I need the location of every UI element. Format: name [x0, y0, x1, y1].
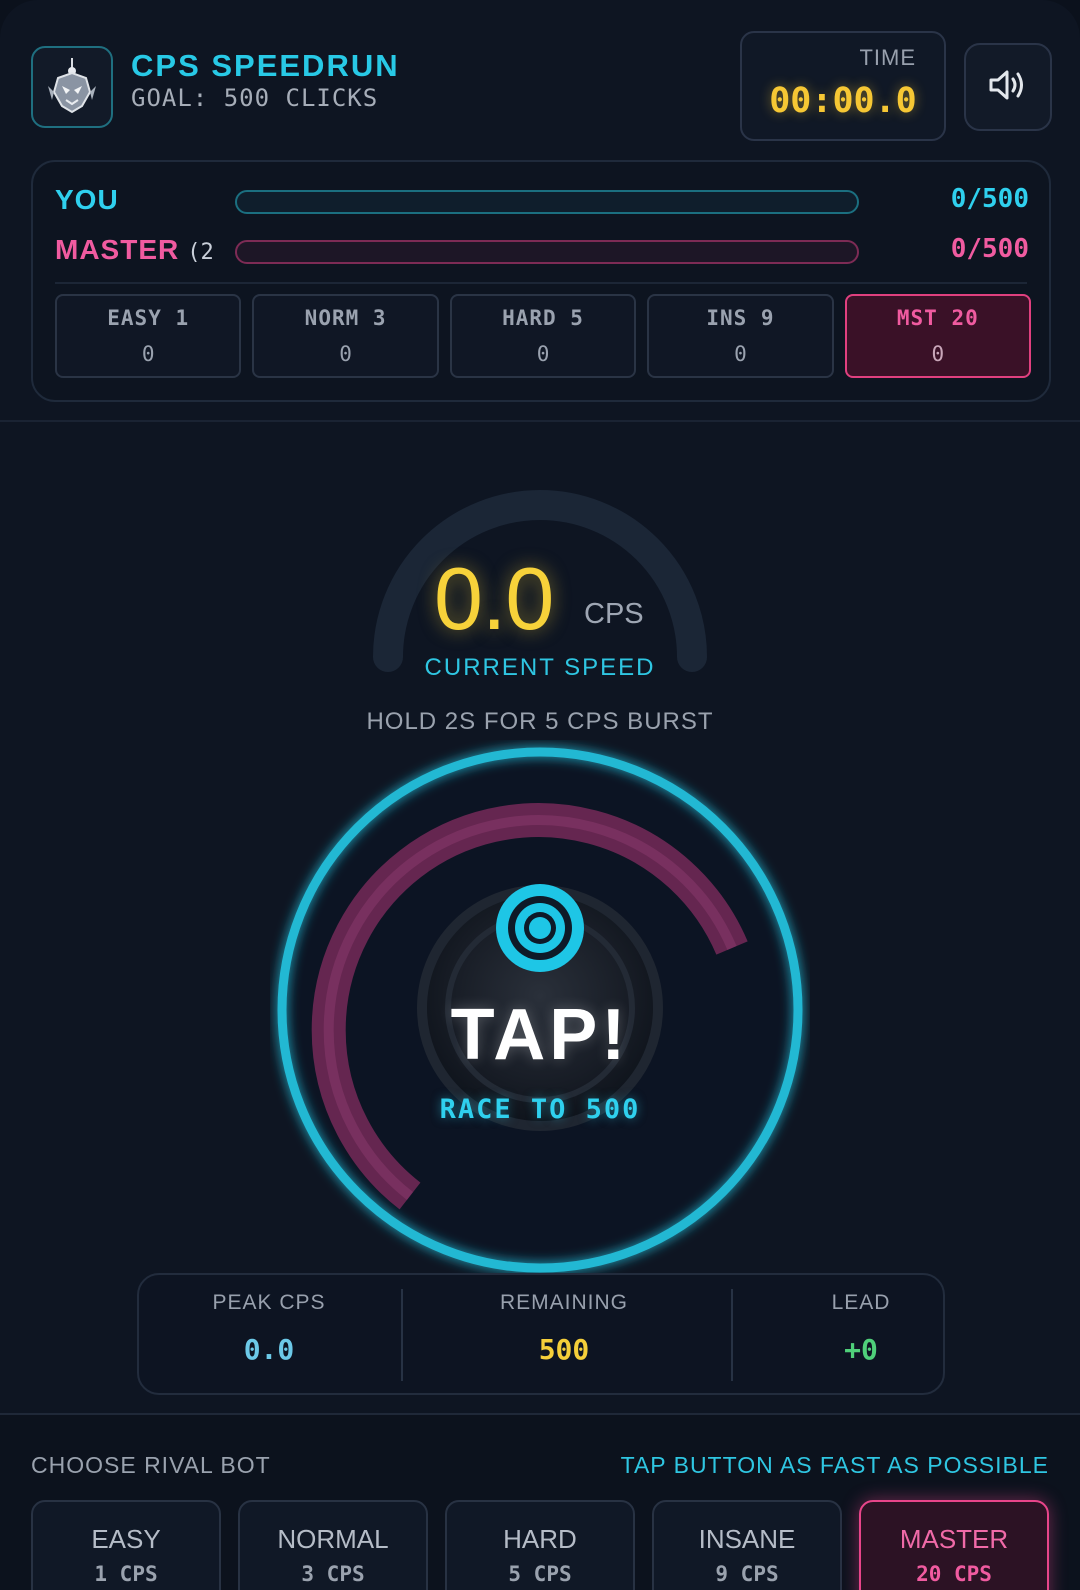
- bot-cps: 20 CPS: [916, 1562, 992, 1586]
- tier-hard: HARD 5 0: [449, 294, 637, 378]
- tier-value: 0: [536, 342, 550, 366]
- tap-sublabel: RACE TO 500: [439, 1094, 641, 1125]
- speed-value: 0.0: [434, 549, 554, 648]
- tier-normal: NORM 3 0: [252, 294, 439, 378]
- bot-insane-button[interactable]: INSANE 9 CPS: [652, 1500, 842, 1590]
- bot-hard-button[interactable]: HARD 5 CPS: [445, 1500, 635, 1590]
- master-label-row: MASTER (2: [55, 234, 214, 266]
- tap-label: TAP!: [450, 995, 630, 1075]
- lead-stat: LEAD +0: [729, 1275, 993, 1393]
- rival-bot-options: EASY 1 CPS NORMAL 3 CPS HARD 5 CPS INSAN…: [31, 1500, 1049, 1590]
- tier-value: 0: [339, 342, 352, 366]
- timer-panel: TIME 00:00.0: [740, 31, 946, 141]
- tier-insane: INS 9 0: [647, 294, 834, 378]
- bot-easy-button[interactable]: EASY 1 CPS: [31, 1500, 221, 1590]
- app-frame: CPS SPEEDRUN GOAL: 500 CLICKS TIME 00:00…: [0, 0, 1080, 1590]
- choose-rival-label: CHOOSE RIVAL BOT: [31, 1452, 271, 1478]
- bot-cps: 9 CPS: [715, 1562, 779, 1586]
- stat-value: 500: [538, 1333, 590, 1366]
- tier-name: HARD 5: [502, 306, 584, 330]
- tier-value: 0: [141, 342, 155, 366]
- bot-normal-button[interactable]: NORMAL 3 CPS: [238, 1500, 428, 1590]
- master-label: MASTER: [55, 234, 180, 265]
- bot-name: MASTER: [899, 1524, 1009, 1554]
- bot-name: NORMAL: [277, 1524, 389, 1554]
- bot-name: HARD: [503, 1524, 577, 1554]
- timer-value: 00:00.0: [769, 81, 917, 121]
- tier-name: EASY 1: [107, 306, 190, 330]
- speed-unit: CPS: [584, 598, 644, 630]
- speed-label: CURRENT SPEED: [424, 654, 656, 681]
- tier-easy: EASY 1 0: [55, 294, 242, 378]
- stat-label: REMAINING: [499, 1291, 628, 1314]
- bot-tier-scores: EASY 1 0 NORM 3 0 HARD 5 0 INS 9 0 MST 2…: [55, 294, 1032, 378]
- burst-hint: HOLD 2S FOR 5 CPS BURST: [366, 708, 714, 735]
- goal-subtitle: GOAL: 500 CLICKS: [131, 84, 379, 112]
- master-score: 0/500: [950, 234, 1029, 264]
- stat-label: LEAD: [831, 1291, 891, 1314]
- timer-label: TIME: [859, 45, 916, 70]
- stat-value: +0: [844, 1333, 878, 1366]
- tier-value: 0: [734, 342, 747, 366]
- master-extra: (2: [187, 240, 214, 265]
- instruction-hint: TAP BUTTON AS FAST AS POSSIBLE: [620, 1452, 1049, 1478]
- tier-name: MST 20: [896, 306, 979, 330]
- stat-label: PEAK CPS: [212, 1291, 326, 1314]
- tier-value: 0: [931, 342, 945, 366]
- bot-cps: 1 CPS: [94, 1562, 158, 1586]
- bot-cps: 3 CPS: [301, 1562, 365, 1586]
- divider: [55, 282, 1027, 284]
- app-title: CPS SPEEDRUN: [131, 48, 400, 83]
- stat-value: 0.0: [243, 1333, 295, 1366]
- you-score: 0/500: [950, 184, 1029, 214]
- divider: [0, 420, 1080, 422]
- sound-toggle-button[interactable]: [964, 43, 1052, 131]
- you-label: YOU: [55, 184, 119, 215]
- tier-name: INS 9: [706, 306, 775, 330]
- peak-cps-stat: PEAK CPS 0.0: [139, 1275, 399, 1393]
- stats-panel: PEAK CPS 0.0 REMAINING 500 LEAD +0: [137, 1273, 945, 1395]
- robot-icon: [31, 46, 113, 128]
- master-progress-bar: [235, 240, 859, 264]
- tier-master: MST 20 0: [844, 294, 1032, 378]
- bot-master-button[interactable]: MASTER 20 CPS: [859, 1500, 1049, 1590]
- target-icon: [492, 880, 588, 976]
- bot-cps: 5 CPS: [508, 1562, 572, 1586]
- remaining-stat: REMAINING 500: [399, 1275, 729, 1393]
- bot-name: EASY: [91, 1524, 161, 1554]
- you-progress-bar: [235, 190, 859, 214]
- speaker-icon: [988, 68, 1028, 107]
- tier-name: NORM 3: [304, 306, 387, 330]
- race-progress-panel: YOU 0/500 MASTER (2 0/500 EASY 1 0 NORM 3…: [31, 160, 1051, 402]
- bot-name: INSANE: [698, 1524, 796, 1554]
